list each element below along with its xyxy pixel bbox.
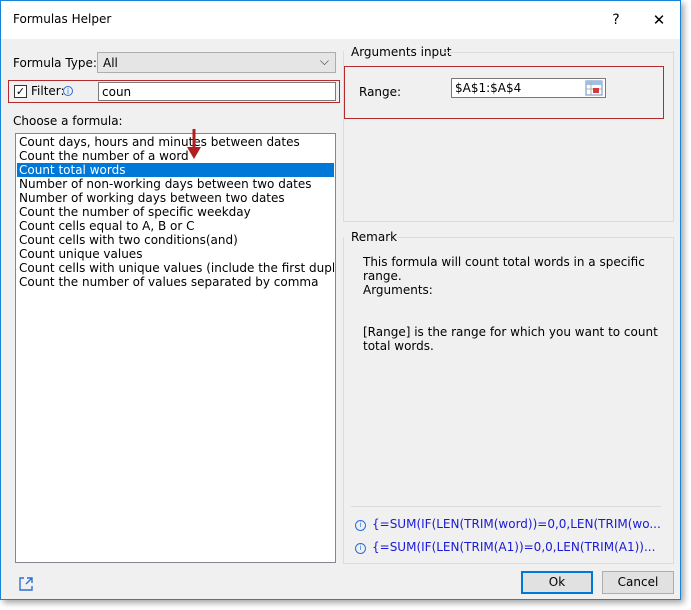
- range-input[interactable]: $A$1:$A$4: [451, 78, 606, 98]
- formula-type-label: Formula Type:: [13, 56, 97, 70]
- list-item[interactable]: Count the number of specific weekday: [17, 205, 334, 219]
- formulas-helper-dialog: Formulas Helper ? ✕ Formula Type: All ⌵ …: [0, 0, 681, 600]
- formula-type-dropdown[interactable]: All ⌵: [97, 52, 336, 73]
- ok-button[interactable]: Ok: [521, 571, 593, 594]
- list-item[interactable]: Count the number of values separated by …: [17, 275, 334, 289]
- close-button[interactable]: ✕: [641, 8, 677, 32]
- filter-input[interactable]: [98, 82, 336, 101]
- list-item[interactable]: Count unique values: [17, 247, 334, 261]
- remark-line-3: [Range] is the range for which you want …: [363, 325, 658, 353]
- arrow-down-icon: [187, 129, 201, 159]
- info-icon: i: [355, 520, 366, 531]
- list-item[interactable]: Count cells with two conditions(and): [17, 233, 334, 247]
- formula-example-1: i {=SUM(IF(LEN(TRIM(word))=0,0,LEN(TRIM(w…: [355, 517, 661, 531]
- title-bar[interactable]: Formulas Helper ? ✕: [1, 1, 680, 39]
- help-button[interactable]: ?: [598, 8, 634, 32]
- list-item[interactable]: Count days, hours and minutes between da…: [17, 135, 334, 149]
- list-item[interactable]: Number of working days between two dates: [17, 191, 334, 205]
- filter-checkbox[interactable]: ✓: [14, 85, 27, 98]
- remark-line-2: Arguments:: [363, 283, 433, 297]
- range-label: Range:: [359, 85, 402, 99]
- choose-formula-label: Choose a formula:: [13, 114, 123, 128]
- external-link-icon[interactable]: [17, 575, 35, 593]
- chevron-down-icon: ⌵: [319, 54, 329, 68]
- remark-group-topline: [397, 237, 674, 238]
- formula-example-1-text[interactable]: {=SUM(IF(LEN(TRIM(word))=0,0,LEN(TRIM(wo…: [372, 517, 661, 531]
- formula-list[interactable]: Count days, hours and minutes between da…: [15, 133, 336, 563]
- remark-divider: [351, 506, 661, 507]
- info-icon[interactable]: i: [63, 86, 73, 96]
- window-title: Formulas Helper: [13, 12, 112, 26]
- filter-label: Filter:: [31, 84, 65, 98]
- formula-type-value: All: [103, 56, 118, 70]
- range-picker-icon[interactable]: [585, 80, 603, 96]
- formula-example-2-text[interactable]: {=SUM(IF(LEN(TRIM(A1))=0,0,LEN(TRIM(A1))…: [372, 540, 655, 554]
- list-item[interactable]: Count cells equal to A, B or C: [17, 219, 334, 233]
- list-item[interactable]: Count cells with unique values (include …: [17, 261, 334, 275]
- cancel-button[interactable]: Cancel: [602, 571, 674, 594]
- arguments-group-topline: [444, 52, 674, 53]
- remark-line-1: This formula will count total words in a…: [363, 255, 645, 283]
- list-item[interactable]: Count the number of a word: [17, 149, 334, 163]
- range-value: $A$1:$A$4: [455, 81, 522, 95]
- remark-text: This formula will count total words in a…: [363, 255, 663, 353]
- formula-example-2: i {=SUM(IF(LEN(TRIM(A1))=0,0,LEN(TRIM(A1)…: [355, 540, 655, 554]
- list-item[interactable]: Count total words: [17, 163, 334, 177]
- info-icon: i: [355, 543, 366, 554]
- list-item[interactable]: Number of non-working days between two d…: [17, 177, 334, 191]
